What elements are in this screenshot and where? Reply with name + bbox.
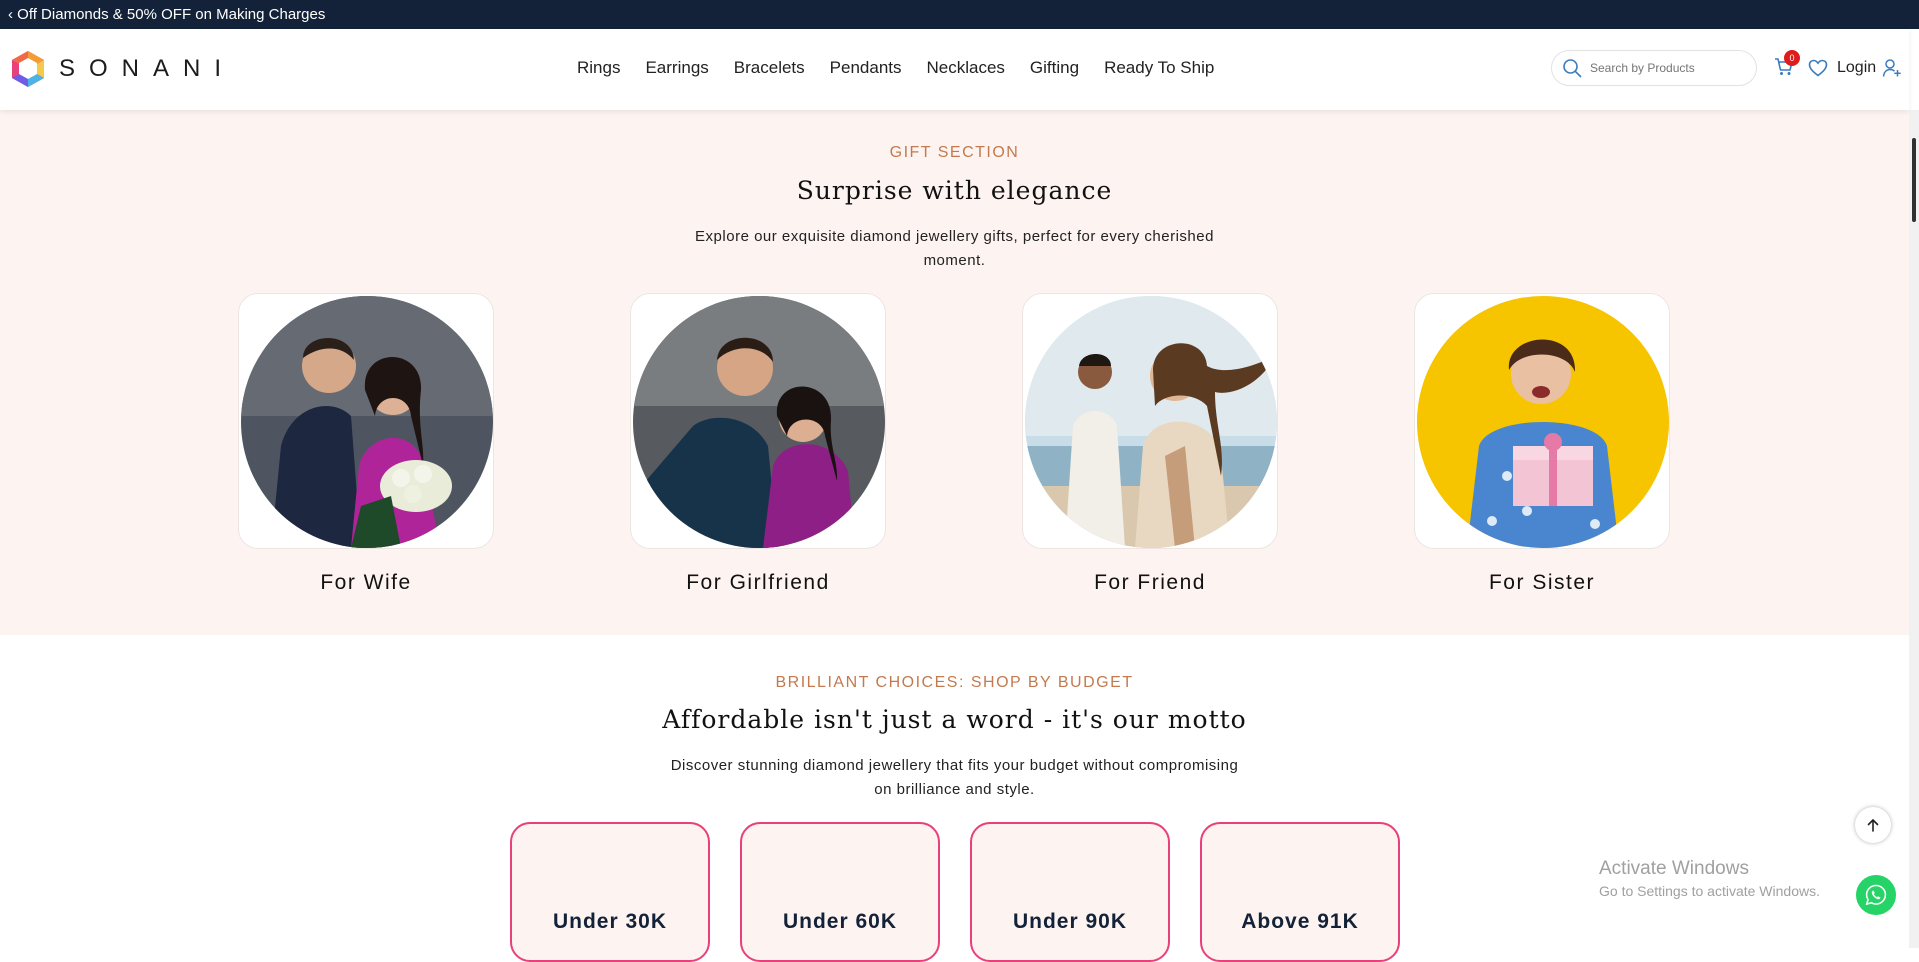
gift-friend-image	[1025, 296, 1277, 548]
whatsapp-button[interactable]	[1856, 875, 1896, 915]
nav-ready-to-ship[interactable]: Ready To Ship	[1104, 58, 1214, 78]
watermark-title: Activate Windows	[1599, 858, 1749, 879]
watermark-subtitle: Go to Settings to activate Windows.	[1599, 883, 1820, 899]
gift-sister-image	[1417, 296, 1669, 548]
arrow-up-icon	[1867, 819, 1879, 832]
gift-label-friend[interactable]: For Friend	[1022, 571, 1278, 595]
login-label: Login	[1837, 59, 1877, 76]
whatsapp-icon	[1865, 884, 1887, 906]
nav-gifting[interactable]: Gifting	[1030, 58, 1079, 78]
gift-label-sister[interactable]: For Sister	[1414, 571, 1670, 595]
nav-necklaces[interactable]: Necklaces	[927, 58, 1005, 78]
gift-section: GIFT SECTION Surprise with elegance Expl…	[0, 110, 1909, 635]
gift-card-friend[interactable]	[1022, 293, 1278, 549]
budget-label-above-91k: Above 91K	[1241, 910, 1359, 933]
gift-card-girlfriend[interactable]	[630, 293, 886, 549]
search-input[interactable]	[1588, 60, 1742, 76]
budget-card-under-30k[interactable]: Under 30K	[510, 822, 710, 962]
user-add-icon	[1882, 59, 1901, 77]
gift-heading: Surprise with elegance	[796, 176, 1113, 205]
page-scrollbar[interactable]	[1909, 110, 1919, 948]
promo-text: ‹ Off Diamonds & 50% OFF on Making Charg…	[8, 6, 326, 23]
cart-button[interactable]: 0	[1774, 50, 1800, 82]
budget-subtitle: Discover stunning diamond jewellery that…	[670, 757, 1239, 798]
budget-label-under-30k: Under 30K	[552, 910, 668, 933]
budget-section: BRILLIANT CHOICES: SHOP BY BUDGET Afford…	[0, 635, 1909, 962]
brand-name: SONANI	[59, 55, 236, 82]
gift-eyebrow: GIFT SECTION	[889, 144, 1020, 161]
gift-subtitle: Explore our exquisite diamond jewellery …	[695, 228, 1214, 269]
nav-rings[interactable]: Rings	[577, 58, 620, 78]
budget-heading: Affordable isn't just a word - it's our …	[662, 705, 1247, 734]
wishlist-button[interactable]	[1808, 59, 1828, 82]
site-header: SONANI Rings Earrings Bracelets Pendants…	[0, 29, 1909, 110]
budget-card-above-91k[interactable]: Above 91K	[1200, 822, 1400, 962]
scrollbar-thumb[interactable]	[1912, 138, 1916, 222]
logo[interactable]: SONANI	[11, 50, 235, 88]
nav-earrings[interactable]: Earrings	[645, 58, 708, 78]
gift-card-sister[interactable]	[1414, 293, 1670, 549]
budget-card-under-90k[interactable]: Under 90K	[970, 822, 1170, 962]
promo-bar: ‹ Off Diamonds & 50% OFF on Making Charg…	[0, 0, 1919, 29]
heart-icon	[1808, 59, 1828, 77]
scroll-to-top-button[interactable]	[1855, 807, 1891, 843]
cart-count-badge: 0	[1784, 50, 1800, 66]
budget-card-under-60k[interactable]: Under 60K	[740, 822, 940, 962]
main-nav: Rings Earrings Bracelets Pendants Neckla…	[577, 58, 1239, 78]
search-box[interactable]	[1551, 50, 1757, 86]
gift-girlfriend-image	[633, 296, 885, 548]
windows-activation-watermark: Activate Windows Go to Settings to activ…	[1599, 858, 1820, 899]
gift-label-girlfriend[interactable]: For Girlfriend	[630, 571, 886, 595]
logo-hexagon-icon	[12, 51, 44, 87]
gift-card-wife[interactable]	[238, 293, 494, 549]
budget-eyebrow: BRILLIANT CHOICES: SHOP BY BUDGET	[775, 674, 1134, 691]
gift-label-wife[interactable]: For Wife	[238, 571, 494, 595]
budget-label-under-90k: Under 90K	[1012, 910, 1128, 933]
gift-wife-image	[241, 296, 493, 548]
search-icon	[1563, 59, 1582, 78]
nav-pendants[interactable]: Pendants	[830, 58, 902, 78]
budget-label-under-60k: Under 60K	[782, 910, 898, 933]
nav-bracelets[interactable]: Bracelets	[734, 58, 805, 78]
login-button[interactable]: Login	[1837, 58, 1902, 78]
